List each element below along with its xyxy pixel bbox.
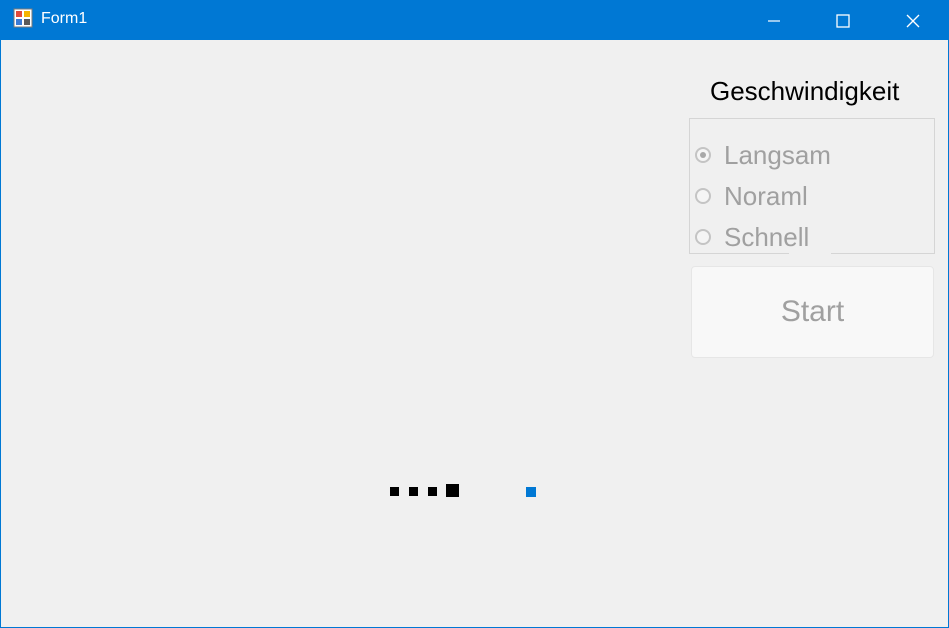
snake-segment <box>428 487 437 496</box>
radio-noraml[interactable]: Noraml <box>695 181 808 211</box>
radio-langsam[interactable]: Langsam <box>695 140 831 170</box>
radio-label-noraml: Noraml <box>724 181 808 211</box>
client-area: Geschwindigkeit Langsam Noraml Schnell S… <box>1 40 948 627</box>
close-icon <box>906 14 920 27</box>
speed-title: Geschwindigkeit <box>710 76 900 106</box>
form-window: Form1 Geschwindigkeit Langsam Noraml Sch… <box>0 0 949 628</box>
maximize-button[interactable] <box>820 1 866 40</box>
snake-head <box>446 484 459 497</box>
radio-schnell[interactable]: Schnell <box>695 222 809 252</box>
radio-label-schnell: Schnell <box>724 222 810 252</box>
snake-segment <box>390 487 399 496</box>
start-button[interactable]: Start <box>691 266 934 358</box>
maximize-icon <box>836 13 850 28</box>
radio-circle-checked[interactable] <box>695 147 711 163</box>
minimize-icon <box>768 19 780 22</box>
window-title: Form1 <box>41 10 88 27</box>
radio-label-langsam: Langsam <box>724 140 831 170</box>
minimize-button[interactable] <box>751 1 797 40</box>
app-icon <box>13 8 33 28</box>
food-item <box>526 487 536 497</box>
close-button[interactable] <box>890 1 936 40</box>
radio-circle[interactable] <box>695 229 711 245</box>
radio-circle[interactable] <box>695 188 711 204</box>
snake-segment <box>409 487 418 496</box>
title-bar[interactable]: Form1 <box>1 1 948 40</box>
group-box-gap <box>789 252 831 256</box>
